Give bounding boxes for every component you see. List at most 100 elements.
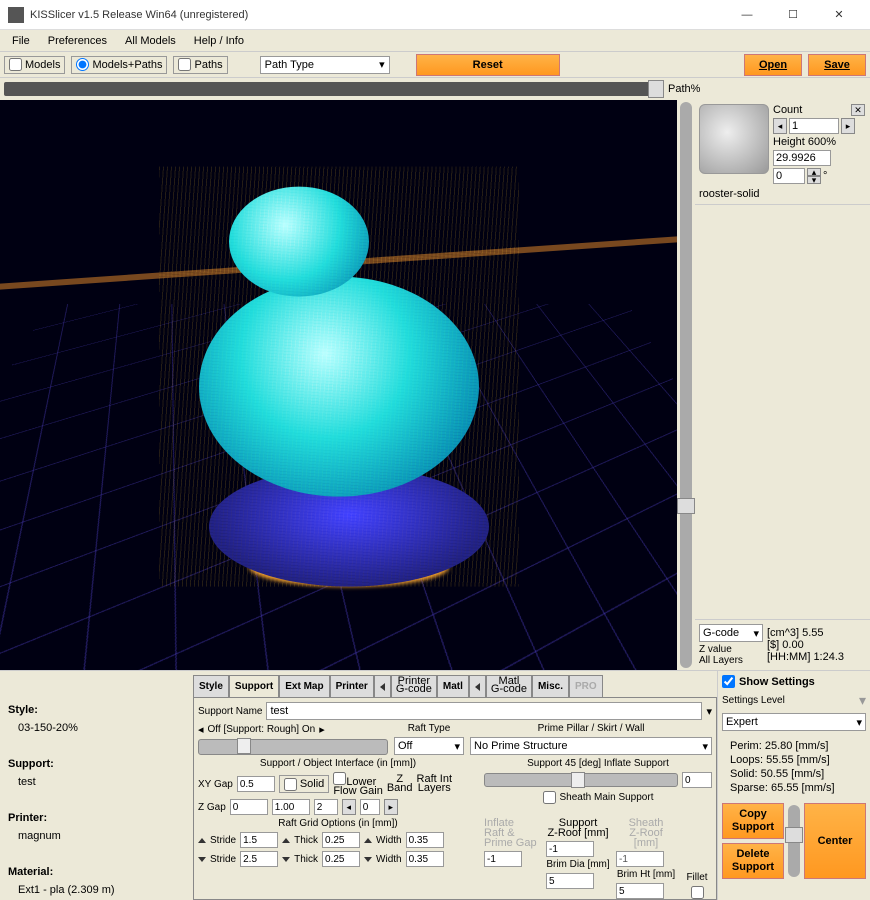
model-thumbnail[interactable] (699, 104, 769, 174)
height-label: Height 600% (773, 136, 836, 148)
inflate-raft-input[interactable] (484, 851, 522, 867)
raft-int-next[interactable]: ▸ (384, 799, 398, 815)
count-left-button[interactable]: ◂ (773, 118, 787, 134)
lower-checkbox[interactable] (333, 772, 346, 785)
tab-printer-gcode[interactable]: PrinterG-code (391, 675, 437, 697)
count-input[interactable] (789, 118, 839, 134)
show-settings-checkbox[interactable] (722, 675, 735, 688)
tab-matl[interactable]: Matl (437, 675, 469, 697)
xy-gap-input[interactable] (237, 776, 275, 792)
menu-all-models[interactable]: All Models (117, 33, 184, 49)
width2-input[interactable] (406, 851, 444, 867)
viewmode-paths[interactable]: Paths (173, 56, 227, 74)
copy-support-button[interactable]: Copy Support (722, 803, 784, 839)
dropdown-icon[interactable]: ▾ (706, 705, 712, 718)
sheath-checkbox[interactable] (543, 791, 556, 804)
menu-file[interactable]: File (4, 33, 38, 49)
path-percent-label: Path% (668, 83, 700, 95)
center-button[interactable]: Center (804, 803, 866, 879)
tab-style[interactable]: Style (193, 675, 229, 697)
layer-slider-thumb[interactable] (677, 498, 695, 514)
style-value: 03-150-20% (8, 719, 185, 737)
slider-next-button[interactable]: ▸ (319, 723, 325, 736)
fillet-checkbox[interactable] (691, 886, 704, 899)
sheath-checkbox-group[interactable]: Sheath Main Support (484, 791, 712, 804)
slider-thumb[interactable] (648, 80, 664, 98)
count-right-button[interactable]: ▸ (841, 118, 855, 134)
viewmode-models[interactable]: Models (4, 56, 65, 74)
maximize-button[interactable]: ☐ (770, 0, 816, 30)
support-angle-slider[interactable] (484, 773, 678, 787)
save-button[interactable]: Save (808, 54, 866, 76)
center-slider[interactable] (788, 803, 800, 879)
raft-grid-title: Raft Grid Options (in [mm]) (198, 818, 478, 829)
3d-viewport[interactable] (0, 100, 677, 670)
inflate-support-input[interactable] (682, 772, 712, 788)
tab-support[interactable]: Support (229, 675, 279, 697)
path-percent-slider[interactable] (4, 82, 664, 96)
brim-ht-input[interactable] (616, 883, 664, 899)
thick2-input[interactable] (322, 851, 360, 867)
reset-button[interactable]: Reset (416, 54, 560, 76)
chevron-left-icon (475, 683, 480, 691)
models-paths-label: Models+Paths (92, 59, 162, 71)
layer-slider[interactable] (677, 100, 695, 670)
stride1-input[interactable] (240, 832, 278, 848)
settings-level-dropdown[interactable]: Expert▾ (722, 713, 866, 731)
models-paths-radio[interactable] (76, 58, 89, 71)
raft-int-prev[interactable]: ◂ (342, 799, 356, 815)
raft-int-input[interactable] (360, 799, 380, 815)
z-band-input[interactable] (314, 799, 338, 815)
slider-thumb[interactable] (785, 827, 803, 843)
tab-ext-map[interactable]: Ext Map (279, 675, 329, 697)
flow-gain-input[interactable] (272, 799, 310, 815)
close-button[interactable]: ✕ (816, 0, 862, 30)
path-type-dropdown[interactable]: Path Type▾ (260, 56, 390, 74)
solid-checkbox-group[interactable]: Solid (279, 775, 329, 793)
models-checkbox[interactable] (9, 58, 22, 71)
width1-input[interactable] (406, 832, 444, 848)
z-gap-input[interactable] (230, 799, 268, 815)
show-settings-group[interactable]: Show Settings (722, 675, 866, 688)
slider-thumb[interactable] (571, 772, 585, 788)
menu-help[interactable]: Help / Info (186, 33, 252, 49)
slider-prev-button[interactable]: ◂ (198, 723, 204, 736)
tab-matl-prev[interactable] (469, 675, 486, 697)
dropdown-icon: ▾ (702, 740, 708, 753)
paths-label: Paths (194, 59, 222, 71)
solid-checkbox[interactable] (284, 778, 297, 791)
right-settings-panel: Show Settings Settings Level ▾ Expert▾ P… (717, 671, 870, 900)
paths-checkbox[interactable] (178, 58, 191, 71)
open-button[interactable]: Open (744, 54, 802, 76)
zoffset-input[interactable] (773, 168, 805, 184)
collapse-icon[interactable]: ▾ (859, 692, 866, 709)
tab-pro[interactable]: PRO (569, 675, 603, 697)
window-title: KISSlicer v1.5 Release Win64 (unregister… (30, 9, 724, 21)
support-density-slider[interactable] (198, 739, 388, 755)
tab-matl-gcode[interactable]: MatlG-code (486, 675, 532, 697)
brim-dia-input[interactable] (546, 873, 594, 889)
model-tile[interactable]: Count ✕ ◂ ▸ Height 600% ▴ ▾ (695, 100, 870, 205)
height-input[interactable] (773, 150, 831, 166)
support-name-input[interactable] (266, 702, 702, 720)
path-type-label: Path Type (265, 59, 314, 71)
width-label: Width (376, 835, 402, 846)
tab-misc[interactable]: Misc. (532, 675, 569, 697)
menu-preferences[interactable]: Preferences (40, 33, 115, 49)
prime-pillar-dropdown[interactable]: No Prime Structure▾ (470, 737, 712, 755)
gcode-dropdown[interactable]: G-code▾ (699, 624, 763, 642)
dropdown-icon: ▾ (753, 627, 759, 640)
minimize-button[interactable]: — (724, 0, 770, 30)
tab-printer[interactable]: Printer (330, 675, 374, 697)
slider-thumb[interactable] (237, 738, 251, 754)
raft-type-dropdown[interactable]: Off▾ (394, 737, 464, 755)
viewmode-models-paths[interactable]: Models+Paths (71, 56, 167, 74)
delete-support-button[interactable]: Delete Support (722, 843, 784, 879)
tab-printer-prev[interactable] (374, 675, 391, 697)
support-density-label: Off [Support: Rough] On (208, 724, 316, 735)
stride2-input[interactable] (240, 851, 278, 867)
sheath-zroof-input (616, 851, 664, 867)
remove-model-button[interactable]: ✕ (851, 104, 865, 116)
thick1-input[interactable] (322, 832, 360, 848)
zoffset-down-button[interactable]: ▾ (807, 176, 821, 184)
